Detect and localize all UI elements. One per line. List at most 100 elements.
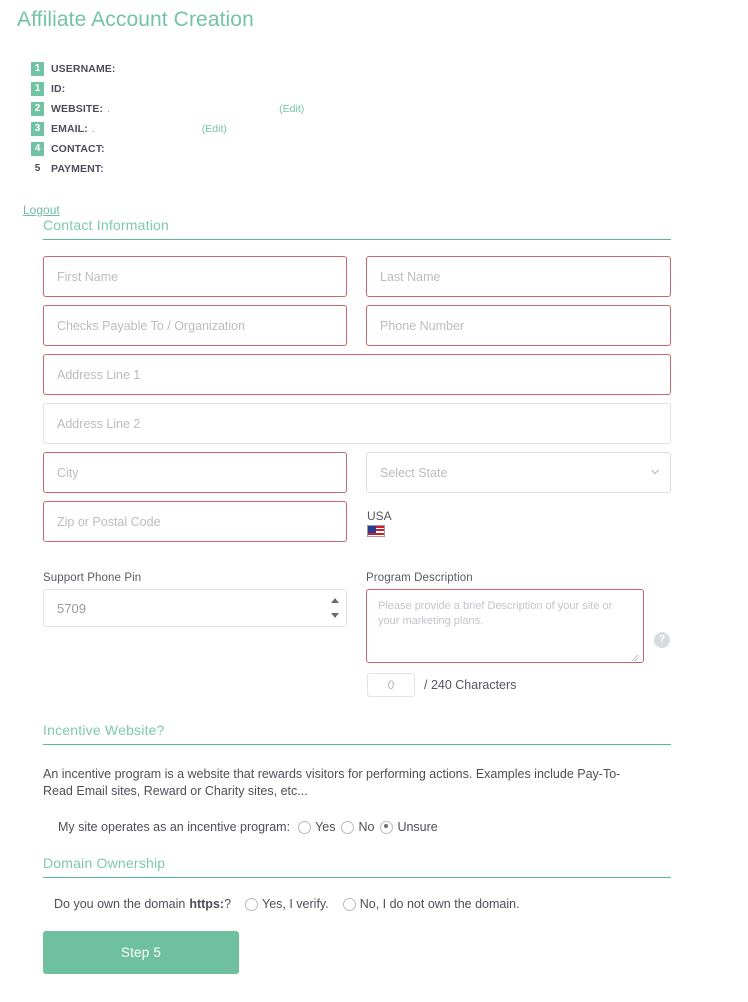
domain-label-yes: Yes, I verify. (262, 897, 329, 911)
contact-form: Select State (43, 256, 671, 550)
step-value-email: . (92, 123, 200, 135)
step-badge-2: 2 (31, 102, 44, 116)
city-input[interactable] (43, 452, 347, 493)
support-phone-pin-label: Support Phone Pin (43, 572, 347, 584)
step-summary-row-username: 1 USERNAME: (31, 59, 304, 79)
incentive-radio-no[interactable] (341, 821, 354, 834)
last-name-cell (366, 256, 671, 297)
state-select-wrapper: Select State (366, 452, 671, 493)
step-label-id: ID: (51, 83, 65, 95)
help-question-icon[interactable]: ? (654, 632, 670, 648)
incentive-radio-group: My site operates as an incentive program… (43, 820, 671, 834)
state-select[interactable]: Select State (366, 452, 671, 493)
step-badge-4: 4 (31, 142, 44, 156)
form-row-address2 (43, 403, 671, 444)
state-cell: Select State (366, 452, 671, 493)
domain-option-yes[interactable]: Yes, I verify. (245, 897, 329, 911)
domain-label-no: No, I do not own the domain. (360, 897, 520, 911)
domain-ownership-title: Domain Ownership (43, 855, 671, 877)
domain-ownership-section: Domain Ownership Do you own the domain h… (43, 855, 671, 911)
incentive-radio-yes[interactable] (298, 821, 311, 834)
step-badge-3: 3 (31, 122, 44, 136)
incentive-prompt: My site operates as an incentive program… (58, 820, 290, 834)
incentive-label-no: No (358, 820, 374, 834)
logout-link[interactable]: Logout (23, 203, 60, 217)
usa-flag-icon (367, 525, 385, 537)
domain-radio-group: Do you own the domain https: ? Yes, I ve… (43, 897, 671, 911)
step-summary-row-contact: 4 CONTACT: (31, 139, 304, 159)
edit-email-link[interactable]: (Edit) (202, 123, 227, 135)
page-title: Affiliate Account Creation (17, 8, 254, 32)
domain-url-text: https: (189, 897, 224, 911)
first-name-cell (43, 256, 347, 297)
step-summary-row-payment: 5 PAYMENT: (31, 159, 304, 179)
domain-prompt-suffix: ? (224, 897, 231, 911)
address-line-2-input[interactable] (43, 403, 671, 444)
incentive-website-title: Incentive Website? (43, 722, 671, 744)
step-summary-row-website: 2 WEBSITE: . (Edit) (31, 99, 304, 119)
form-row-zip (43, 501, 671, 542)
step-summary-row-email: 3 EMAIL: . (Edit) (31, 119, 304, 139)
number-stepper-icon[interactable] (329, 598, 340, 618)
contact-information-section-header: Contact Information (43, 217, 671, 240)
country-display: USA (367, 509, 487, 537)
domain-prompt-prefix: Do you own the domain (54, 897, 185, 911)
zip-postal-code-input[interactable] (43, 501, 347, 542)
address-line-1-cell (43, 354, 671, 395)
last-name-input[interactable] (366, 256, 671, 297)
character-limit-label: / 240 Characters (424, 678, 516, 692)
domain-option-no[interactable]: No, I do not own the domain. (343, 897, 520, 911)
address-line-2-cell (43, 403, 671, 444)
step-label-username: USERNAME: (51, 63, 116, 75)
step-label-contact: CONTACT: (51, 143, 105, 155)
step-summary-list: 1 USERNAME: 1 ID: 2 WEBSITE: . (Edit) 3 … (31, 59, 304, 179)
affiliate-account-creation-page: Affiliate Account Creation 1 USERNAME: 1… (0, 0, 748, 1002)
city-cell (43, 452, 347, 493)
contact-information-title: Contact Information (43, 217, 671, 239)
step-badge-5: 5 (31, 162, 44, 176)
address-line-1-input[interactable] (43, 354, 671, 395)
support-phone-pin-group: Support Phone Pin (43, 572, 347, 668)
step-label-website: WEBSITE: (51, 103, 103, 115)
step-label-email: EMAIL: (51, 123, 88, 135)
form-row-address1 (43, 354, 671, 395)
domain-radio-yes[interactable] (245, 898, 258, 911)
checks-payable-cell (43, 305, 347, 346)
zip-cell (43, 501, 347, 542)
step-5-submit-button[interactable]: Step 5 (43, 931, 239, 974)
incentive-option-unsure[interactable]: Unsure (380, 820, 437, 834)
stepper-down-icon[interactable] (331, 613, 339, 618)
step-value-website: . (107, 103, 277, 115)
phone-number-input[interactable] (366, 305, 671, 346)
program-description-group: Program Description ? (366, 572, 671, 668)
incentive-radio-unsure[interactable] (380, 821, 393, 834)
form-row-city-state: Select State (43, 452, 671, 493)
support-phone-pin-input[interactable] (43, 589, 347, 627)
incentive-website-section: Incentive Website? An incentive program … (43, 722, 671, 834)
character-count-input (367, 673, 415, 697)
stepper-up-icon[interactable] (331, 598, 339, 603)
incentive-description: An incentive program is a website that r… (43, 766, 623, 800)
domain-radio-no[interactable] (343, 898, 356, 911)
step-badge-1-id: 1 (31, 82, 44, 96)
edit-website-link[interactable]: (Edit) (279, 103, 304, 115)
step-label-payment: PAYMENT: (51, 163, 104, 175)
incentive-website-divider (43, 744, 671, 745)
incentive-option-yes[interactable]: Yes (298, 820, 335, 834)
form-row-name (43, 256, 671, 297)
program-description-textarea[interactable] (366, 589, 644, 663)
program-description-label: Program Description (366, 572, 671, 584)
phone-number-cell (366, 305, 671, 346)
contact-information-divider (43, 239, 671, 240)
support-phone-pin-wrapper (43, 589, 347, 627)
lower-fields-row: Support Phone Pin Program Description ? (43, 572, 671, 668)
form-row-org-phone (43, 305, 671, 346)
incentive-label-unsure: Unsure (397, 820, 437, 834)
character-counter-row: / 240 Characters (367, 673, 516, 697)
first-name-input[interactable] (43, 256, 347, 297)
incentive-option-no[interactable]: No (341, 820, 374, 834)
step-badge-1: 1 (31, 62, 44, 76)
checks-payable-input[interactable] (43, 305, 347, 346)
domain-ownership-divider (43, 877, 671, 878)
country-label: USA (367, 509, 487, 523)
